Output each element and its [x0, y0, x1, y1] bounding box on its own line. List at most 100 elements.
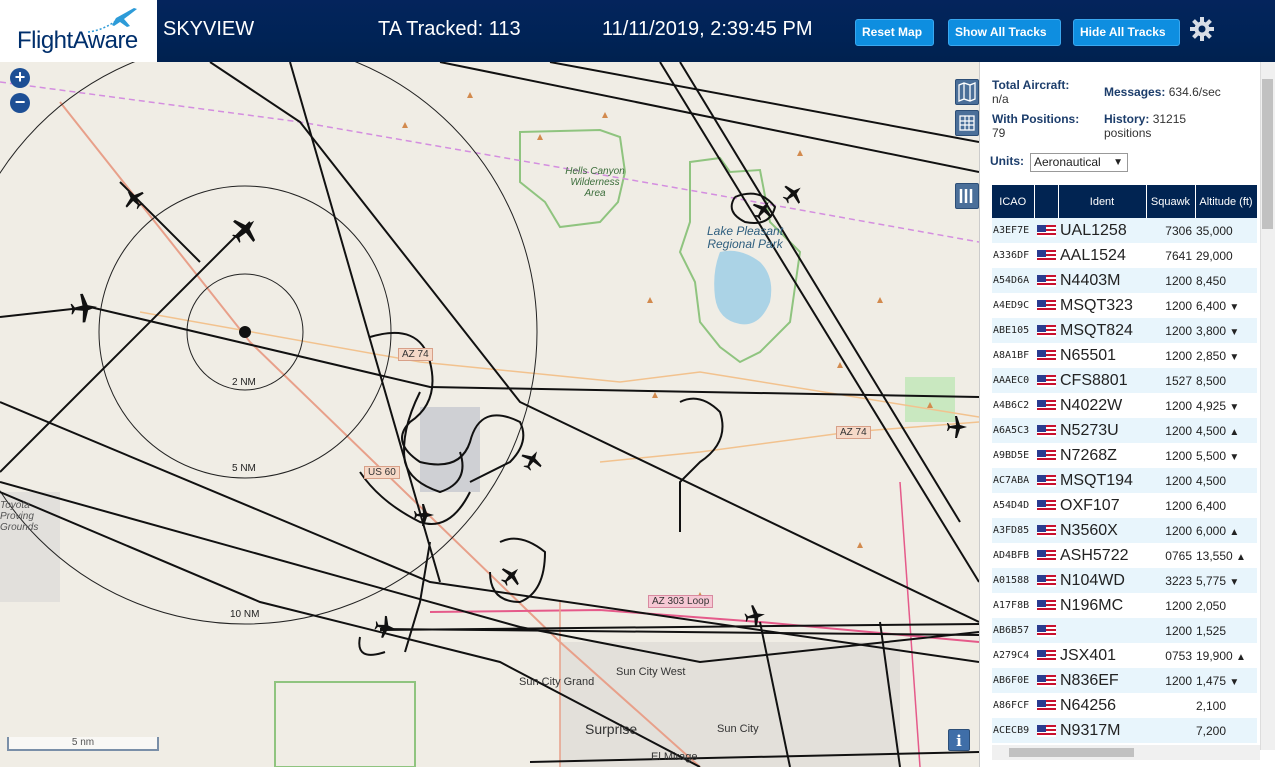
- altitude-value: 4,500: [1196, 473, 1227, 488]
- aircraft-icon: [70, 185, 967, 638]
- aircraft-table-container[interactable]: ICAO Ident Squawk Altitude (ft) A3EF7E UA…: [992, 185, 1257, 745]
- table-row[interactable]: A86FCF N64256 2,100: [992, 693, 1257, 718]
- table-row[interactable]: AD4BFB ASH5722 0765 13,550 ▲: [992, 543, 1257, 568]
- table-row[interactable]: A8A1BF N65501 1200 2,850 ▼: [992, 343, 1257, 368]
- altitude-trend-icon: ▼: [1229, 301, 1240, 313]
- table-row[interactable]: A17F8B N196MC 1200 2,050: [992, 593, 1257, 618]
- cell-altitude: 2,850 ▼: [1195, 343, 1257, 368]
- cell-icao: A336DF: [992, 243, 1034, 268]
- map-label-surprise: Surprise: [585, 721, 638, 737]
- table-row[interactable]: A01588 N104WD 3223 5,775 ▼: [992, 568, 1257, 593]
- altitude-value: 19,900: [1196, 648, 1233, 663]
- column-header-icao[interactable]: ICAO: [992, 185, 1035, 218]
- table-row[interactable]: A9BD5E N7268Z 1200 5,500 ▼: [992, 443, 1257, 468]
- cell-icao: A01588: [992, 568, 1034, 593]
- cell-flag: [1034, 293, 1058, 318]
- cell-flag: [1034, 643, 1058, 668]
- show-all-tracks-button[interactable]: Show All Tracks: [948, 19, 1061, 46]
- table-row[interactable]: AC7ABA MSQT194 1200 4,500: [992, 468, 1257, 493]
- column-header-altitude[interactable]: Altitude (ft): [1195, 185, 1257, 218]
- stat-messages-label: Messages:: [1104, 85, 1166, 99]
- aircraft-table-body: A3EF7E UAL1258 7306 35,000 A336DF AAL1524 764…: [992, 218, 1257, 743]
- altitude-value: 1,475: [1196, 673, 1227, 688]
- cell-flag: [1034, 443, 1058, 468]
- table-row[interactable]: A4ED9C MSQT323 1200 6,400 ▼: [992, 293, 1257, 318]
- stat-total-aircraft-label: Total Aircraft:: [992, 78, 1070, 92]
- altitude-value: 6,000: [1196, 523, 1227, 538]
- altitude-value: 29,000: [1196, 248, 1233, 263]
- us-flag-icon: [1037, 549, 1056, 562]
- us-flag-icon: [1037, 274, 1056, 287]
- columns-icon[interactable]: [955, 183, 979, 209]
- altitude-value: 2,050: [1196, 598, 1227, 613]
- table-row[interactable]: A6A5C3 N5273U 1200 4,500 ▲: [992, 418, 1257, 443]
- cell-icao: ACECB9: [992, 718, 1034, 743]
- cell-flag: [1034, 718, 1058, 743]
- table-row[interactable]: AB6F0E N836EF 1200 1,475 ▼: [992, 668, 1257, 693]
- cell-ident: MSQT194: [1058, 468, 1146, 493]
- cell-squawk: [1146, 718, 1195, 743]
- altitude-trend-icon: ▼: [1229, 351, 1240, 363]
- cell-icao: ABE105: [992, 318, 1034, 343]
- altitude-value: 6,400: [1196, 498, 1227, 513]
- cell-flag: [1034, 343, 1058, 368]
- cell-altitude: 8,450: [1195, 268, 1257, 293]
- info-icon[interactable]: i: [948, 729, 970, 751]
- table-row[interactable]: A54D4D OXF107 1200 6,400: [992, 493, 1257, 518]
- map-label-sun-city-grand: Sun City Grand: [519, 676, 595, 688]
- map-label-sun-city: Sun City: [717, 723, 759, 735]
- cell-squawk: 1527: [1146, 368, 1195, 393]
- us-flag-icon: [1037, 574, 1056, 587]
- vertical-scrollbar-thumb[interactable]: [1262, 79, 1273, 229]
- zoom-out-icon[interactable]: −: [10, 93, 30, 113]
- altitude-value: 13,550: [1196, 548, 1233, 563]
- table-row[interactable]: AB6B57 1200 1,525: [992, 618, 1257, 643]
- cell-squawk: 0765: [1146, 543, 1195, 568]
- reset-map-button[interactable]: Reset Map: [855, 19, 934, 46]
- us-flag-icon: [1037, 474, 1056, 487]
- altitude-value: 3,800: [1196, 323, 1227, 338]
- flightaware-logo[interactable]: FlightAware: [0, 0, 157, 62]
- table-row[interactable]: A4B6C2 N4022W 1200 4,925 ▼: [992, 393, 1257, 418]
- table-row[interactable]: A279C4 JSX401 0753 19,900 ▲: [992, 643, 1257, 668]
- scale-bar: 5 nm: [7, 737, 159, 751]
- table-row[interactable]: ABE105 MSQT824 1200 3,800 ▼: [992, 318, 1257, 343]
- cell-ident: MSQT824: [1058, 318, 1146, 343]
- cell-flag: [1034, 268, 1058, 293]
- table-row[interactable]: AAAEC0 CFS8801 1527 8,500: [992, 368, 1257, 393]
- cell-squawk: [1146, 693, 1195, 718]
- cell-altitude: 6,000 ▲: [1195, 518, 1257, 543]
- table-row[interactable]: A3EF7E UAL1258 7306 35,000: [992, 218, 1257, 243]
- cell-flag: [1034, 368, 1058, 393]
- cell-ident: N9317M: [1058, 718, 1146, 743]
- cell-ident: UAL1258: [1058, 218, 1146, 243]
- map-layers-icon[interactable]: [955, 79, 979, 105]
- cell-squawk: 1200: [1146, 318, 1195, 343]
- column-header-squawk[interactable]: Squawk: [1146, 185, 1196, 218]
- cell-icao: A9BD5E: [992, 443, 1034, 468]
- gear-icon[interactable]: [1189, 16, 1215, 42]
- horizontal-scrollbar-thumb[interactable]: [1009, 748, 1134, 757]
- column-header-ident[interactable]: Ident: [1058, 185, 1147, 218]
- zoom-in-icon[interactable]: +: [10, 68, 30, 88]
- cell-altitude: 3,800 ▼: [1195, 318, 1257, 343]
- map-canvas[interactable]: 2 NM 5 NM 10 NM Hells Canyon Wilderness …: [0, 62, 979, 767]
- table-row[interactable]: ACECB9 N9317M 7,200: [992, 718, 1257, 743]
- column-header-flag[interactable]: [1034, 185, 1059, 218]
- cell-icao: A279C4: [992, 643, 1034, 668]
- clock: 11/11/2019, 2:39:45 PM: [602, 18, 813, 40]
- table-row[interactable]: A54D6A N4403M 1200 8,450: [992, 268, 1257, 293]
- altitude-trend-icon: ▼: [1229, 676, 1240, 688]
- cell-altitude: 6,400: [1195, 493, 1257, 518]
- units-select[interactable]: Aeronautical ▼: [1030, 153, 1128, 172]
- cell-squawk: 1200: [1146, 468, 1195, 493]
- cell-altitude: 8,500: [1195, 368, 1257, 393]
- hide-all-tracks-button[interactable]: Hide All Tracks: [1073, 19, 1180, 46]
- grid-icon[interactable]: [955, 110, 979, 136]
- road-shield-az74-west: AZ 74: [398, 348, 433, 361]
- cell-ident: AAL1524: [1058, 243, 1146, 268]
- table-row[interactable]: A336DF AAL1524 7641 29,000: [992, 243, 1257, 268]
- app-title: SKYVIEW: [163, 18, 255, 40]
- aircraft-table: ICAO Ident Squawk Altitude (ft) A3EF7E UA…: [992, 185, 1257, 743]
- table-row[interactable]: A3FD85 N3560X 1200 6,000 ▲: [992, 518, 1257, 543]
